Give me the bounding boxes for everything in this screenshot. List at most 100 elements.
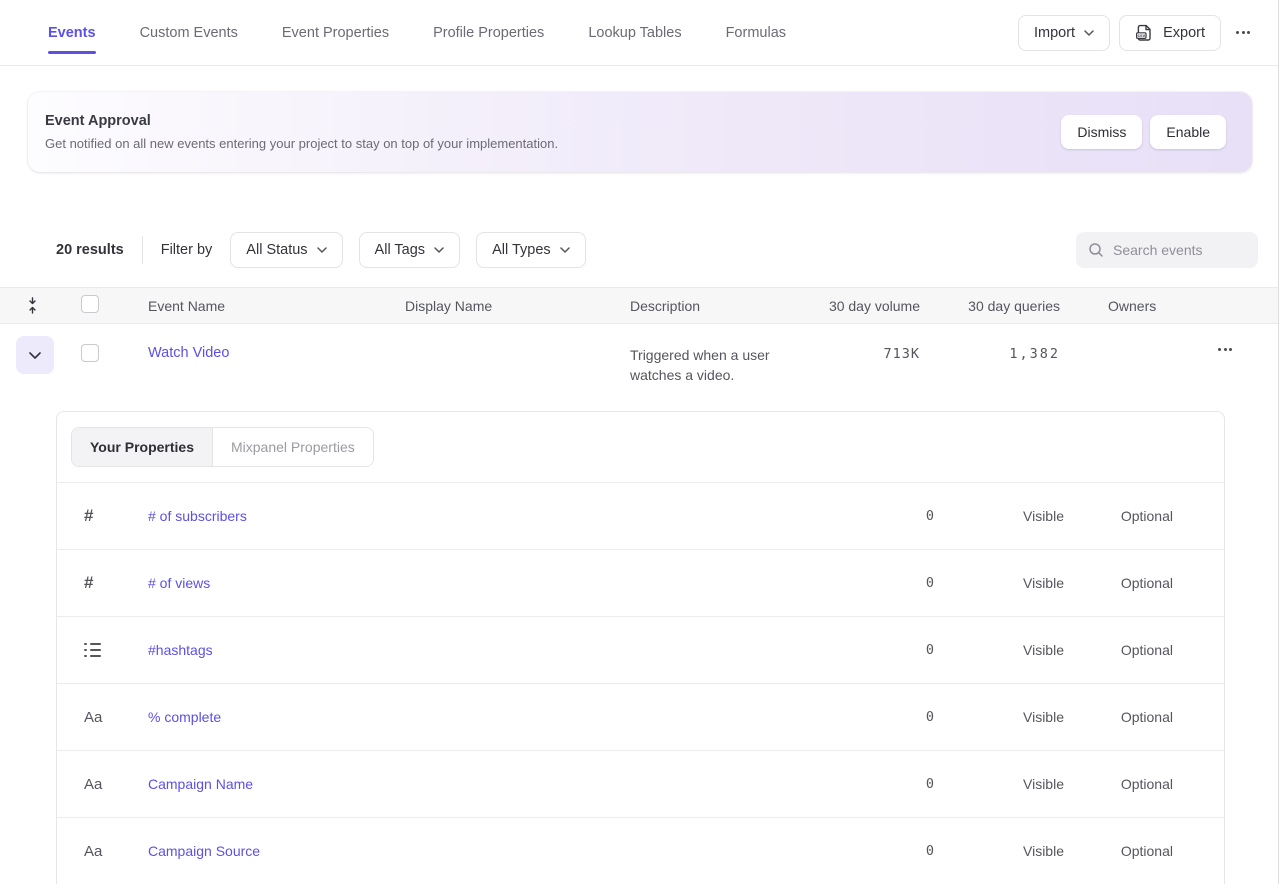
event-description: Triggered when a user watches a video. <box>630 324 802 385</box>
property-requirement: Optional <box>1121 776 1173 792</box>
row-checkbox-cell <box>64 324 148 367</box>
property-name-link[interactable]: #hashtags <box>148 642 757 658</box>
property-visibility: Visible <box>1023 776 1064 792</box>
text-icon: Aa <box>84 776 102 793</box>
text-icon: Aa <box>84 843 102 860</box>
chevron-down-icon <box>1084 30 1094 36</box>
event-approval-banner: Event Approval Get notified on all new e… <box>28 92 1252 172</box>
tags-filter-label: All Tags <box>375 242 426 258</box>
property-name-link[interactable]: Campaign Source <box>148 843 757 859</box>
number-icon: # <box>84 573 93 593</box>
property-volume: 0 <box>926 709 934 725</box>
search-icon <box>1088 242 1104 258</box>
nav-actions: Import csv Export <box>1018 15 1256 51</box>
number-property-icon-cell: # <box>57 573 148 593</box>
property-volume: 0 <box>926 843 934 859</box>
divider <box>142 236 143 264</box>
collapse-row-button[interactable] <box>16 336 54 374</box>
tab-mixpanel-properties[interactable]: Mixpanel Properties <box>212 428 373 466</box>
collapse-all-button[interactable] <box>26 297 39 314</box>
property-row: # # of subscribers 0 Visible Optional <box>57 483 1224 550</box>
tab-event-properties[interactable]: Event Properties <box>282 0 389 66</box>
property-volume: 0 <box>926 575 934 591</box>
status-filter-label: All Status <box>246 242 307 258</box>
property-row: Aa Campaign Name 0 Visible Optional <box>57 751 1224 818</box>
ellipsis-icon <box>1218 348 1232 351</box>
event-row-watch-video: Watch Video Triggered when a user watche… <box>0 324 1278 411</box>
property-name-link[interactable]: # of subscribers <box>148 508 757 524</box>
event-volume: 713K <box>883 324 920 362</box>
chevron-down-icon <box>29 352 41 359</box>
nav-tabs: Events Custom Events Event Properties Pr… <box>48 0 1018 66</box>
top-nav: Events Custom Events Event Properties Pr… <box>0 0 1278 66</box>
search-box <box>1076 232 1258 268</box>
property-visibility: Visible <box>1023 642 1064 658</box>
svg-text:csv: csv <box>1138 33 1146 38</box>
export-button[interactable]: csv Export <box>1119 15 1221 51</box>
tab-custom-events[interactable]: Custom Events <box>140 0 238 66</box>
property-requirement: Optional <box>1121 575 1173 591</box>
property-row: Aa Campaign Source 0 Visible Optional <box>57 818 1224 884</box>
property-visibility: Visible <box>1023 709 1064 725</box>
property-requirement: Optional <box>1121 709 1173 725</box>
tags-filter-dropdown[interactable]: All Tags <box>359 232 461 268</box>
property-row: #hashtags 0 Visible Optional <box>57 617 1224 684</box>
property-row: # # of views 0 Visible Optional <box>57 550 1224 617</box>
list-property-icon-cell <box>57 643 148 658</box>
tab-lookup-tables[interactable]: Lookup Tables <box>588 0 681 66</box>
banner-description: Get notified on all new events entering … <box>45 136 1061 151</box>
tab-your-properties[interactable]: Your Properties <box>72 428 212 466</box>
search-input[interactable] <box>1113 242 1243 258</box>
row-checkbox[interactable] <box>81 344 99 362</box>
banner-actions: Dismiss Enable <box>1061 115 1226 149</box>
csv-file-icon: csv <box>1135 23 1154 42</box>
properties-tabs-bar: Your Properties Mixpanel Properties <box>57 412 1224 483</box>
chevron-down-icon <box>317 247 327 253</box>
text-property-icon-cell: Aa <box>57 709 148 726</box>
list-icon <box>84 643 101 658</box>
more-options-button[interactable] <box>1230 15 1256 51</box>
property-requirement: Optional <box>1121 843 1173 859</box>
property-requirement: Optional <box>1121 508 1173 524</box>
property-volume: 0 <box>926 642 934 658</box>
ellipsis-icon <box>1236 31 1250 34</box>
col-event-name: Event Name <box>148 298 405 314</box>
property-name-link[interactable]: % complete <box>148 709 757 725</box>
tab-formulas[interactable]: Formulas <box>726 0 786 66</box>
chevron-down-icon <box>560 247 570 253</box>
enable-button[interactable]: Enable <box>1150 115 1226 149</box>
select-all-checkbox[interactable] <box>81 295 99 313</box>
col-owners: Owners <box>1060 298 1190 314</box>
event-properties-panel: Your Properties Mixpanel Properties # # … <box>56 411 1225 884</box>
col-30-day-volume: 30 day volume <box>829 298 920 314</box>
types-filter-label: All Types <box>492 242 551 258</box>
text-property-icon-cell: Aa <box>57 843 148 860</box>
tab-events[interactable]: Events <box>48 0 96 66</box>
col-description: Description <box>630 298 822 314</box>
banner-title: Event Approval <box>45 113 1061 129</box>
property-name-link[interactable]: Campaign Name <box>148 776 757 792</box>
import-button-label: Import <box>1034 25 1075 41</box>
property-row: Aa % complete 0 Visible Optional <box>57 684 1224 751</box>
status-filter-dropdown[interactable]: All Status <box>230 232 342 268</box>
property-visibility: Visible <box>1023 843 1064 859</box>
filter-dropdowns: All Status All Tags All Types <box>230 232 585 268</box>
row-more-options-button[interactable] <box>1218 348 1278 351</box>
chevron-down-icon <box>434 247 444 253</box>
types-filter-dropdown[interactable]: All Types <box>476 232 586 268</box>
tab-profile-properties[interactable]: Profile Properties <box>433 0 544 66</box>
event-name-link[interactable]: Watch Video <box>148 324 405 361</box>
collapse-vertical-icon <box>26 297 39 314</box>
number-icon: # <box>84 506 93 526</box>
property-volume: 0 <box>926 508 934 524</box>
banner-text: Event Approval Get notified on all new e… <box>45 113 1061 151</box>
select-all-cell <box>64 295 148 316</box>
dismiss-button[interactable]: Dismiss <box>1061 115 1142 149</box>
event-queries: 1,382 <box>1009 324 1060 362</box>
results-count: 20 results <box>56 242 124 258</box>
export-button-label: Export <box>1163 25 1205 41</box>
property-name-link[interactable]: # of views <box>148 575 757 591</box>
property-volume: 0 <box>926 776 934 792</box>
lexicon-events-page: Events Custom Events Event Properties Pr… <box>0 0 1279 884</box>
import-button[interactable]: Import <box>1018 15 1110 51</box>
